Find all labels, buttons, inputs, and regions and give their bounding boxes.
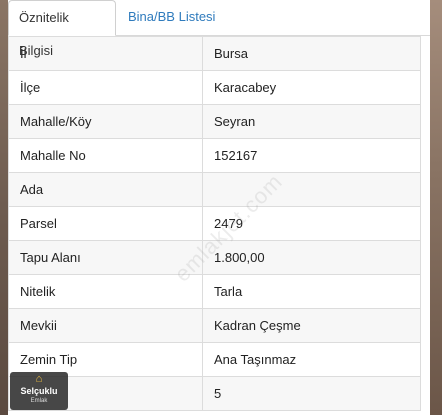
logo-name: Selçuklu	[20, 386, 58, 396]
table-row: Mahalle No 152167	[8, 138, 421, 173]
background-right	[428, 0, 442, 415]
row-value: 1.800,00	[202, 240, 421, 275]
row-value: 2479	[202, 206, 421, 241]
row-value	[202, 172, 421, 207]
logo-sub: Emlak	[30, 398, 48, 404]
row-key: İlçe	[8, 70, 203, 105]
row-value: Ana Taşınmaz	[202, 342, 421, 377]
attribute-table: İl Bursa İlçe Karacabey Mahalle/Köy Seyr…	[8, 36, 421, 411]
tab-building-list[interactable]: Bina/BB Listesi	[118, 0, 225, 35]
table-row: İl Bursa	[8, 36, 421, 71]
table-row: 5	[8, 376, 421, 411]
table-row: Mahalle/Köy Seyran	[8, 104, 421, 139]
tab-attribute-info[interactable]: Öznitelik Bilgisi	[8, 0, 116, 58]
row-key: Nitelik	[8, 274, 203, 309]
background-left	[0, 0, 8, 415]
row-key: Mahalle/Köy	[8, 104, 203, 139]
table-row: Mevkii Kadran Çeşme	[8, 308, 421, 343]
row-value: 152167	[202, 138, 421, 173]
row-key: Ada	[8, 172, 203, 207]
table-row: Tapu Alanı 1.800,00	[8, 240, 421, 275]
house-icon: ⌂	[35, 373, 43, 385]
row-value: Bursa	[202, 36, 421, 71]
row-value: Seyran	[202, 104, 421, 139]
row-key: Tapu Alanı	[8, 240, 203, 275]
table-row: Ada	[8, 172, 421, 207]
table-row: Nitelik Tarla	[8, 274, 421, 309]
company-logo: ⌂ Selçuklu Emlak	[10, 372, 68, 410]
row-key: Parsel	[8, 206, 203, 241]
row-value: Karacabey	[202, 70, 421, 105]
row-value: Tarla	[202, 274, 421, 309]
row-value: 5	[202, 376, 421, 411]
table-row: İlçe Karacabey	[8, 70, 421, 105]
table-row: Parsel 2479	[8, 206, 421, 241]
attribute-panel: Öznitelik Bilgisi Bina/BB Listesi İl Bur…	[8, 0, 430, 415]
row-value: Kadran Çeşme	[202, 308, 421, 343]
row-key: Mahalle No	[8, 138, 203, 173]
row-key: Mevkii	[8, 308, 203, 343]
table-row: Zemin Tip Ana Taşınmaz	[8, 342, 421, 377]
tab-bar: Öznitelik Bilgisi Bina/BB Listesi	[8, 0, 430, 58]
